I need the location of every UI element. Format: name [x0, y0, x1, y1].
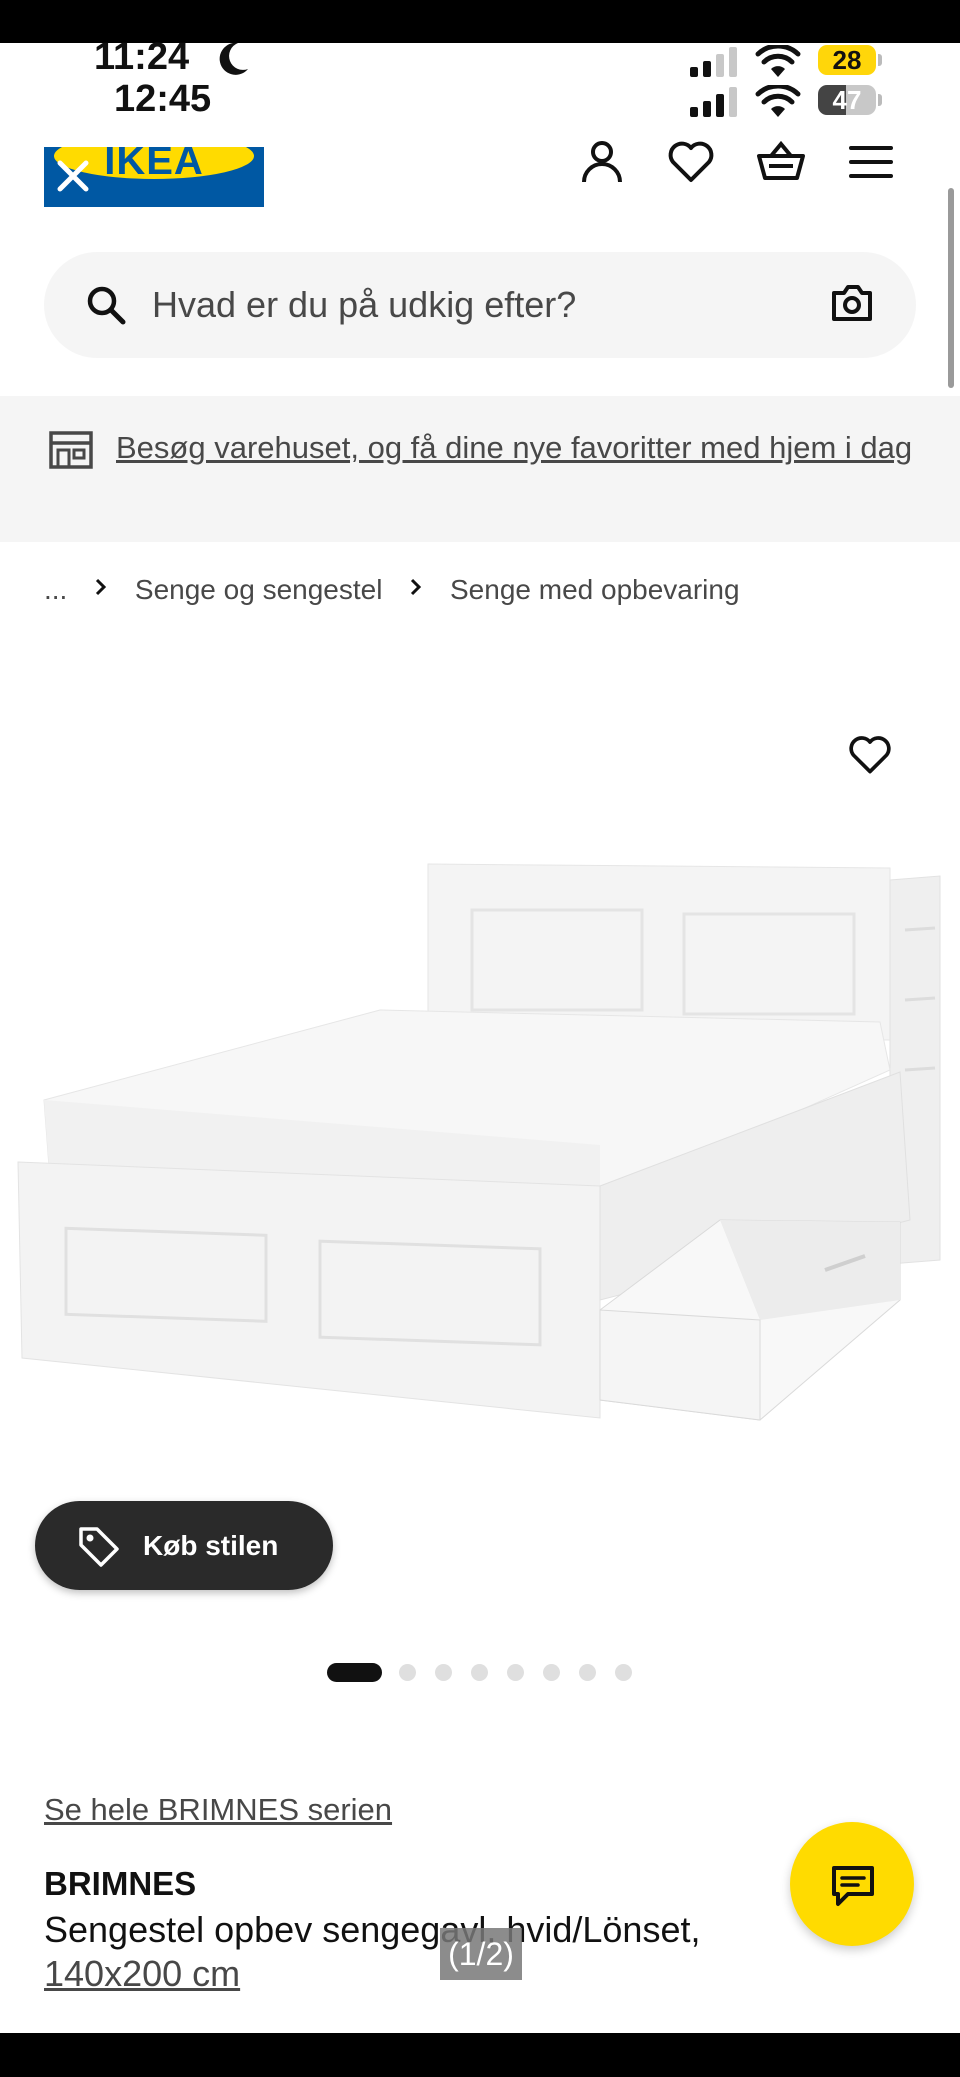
- search-input[interactable]: [152, 278, 812, 332]
- pager-indicator: (1/2): [440, 1928, 522, 1980]
- ikea-logo[interactable]: IKEA: [44, 147, 264, 207]
- search-bar[interactable]: [44, 252, 916, 358]
- carousel-dot[interactable]: [615, 1664, 632, 1681]
- carousel-dot[interactable]: [471, 1664, 488, 1681]
- product-size-link[interactable]: 140x200 cm: [44, 1953, 240, 1995]
- bed-image[interactable]: [0, 840, 960, 1480]
- moon-icon: [219, 42, 248, 75]
- carousel-dot-active[interactable]: [327, 1663, 382, 1682]
- breadcrumb-item[interactable]: Senge med opbevaring: [450, 574, 740, 606]
- chevron-right-icon: [96, 578, 107, 596]
- carousel-dot[interactable]: [435, 1664, 452, 1681]
- product-name: BRIMNES: [44, 1865, 197, 1902]
- wifi-icon: [755, 85, 801, 117]
- buy-style-button[interactable]: Køb stilen: [35, 1501, 333, 1590]
- camera-icon[interactable]: [830, 283, 874, 323]
- battery-tip: [878, 54, 882, 66]
- store-icon: [49, 431, 93, 469]
- breadcrumb-item[interactable]: Senge og sengestel: [135, 574, 383, 606]
- breadcrumb-ellipsis[interactable]: ...: [44, 574, 67, 606]
- status-time-secondary: 12:45: [114, 78, 212, 120]
- person-icon[interactable]: [576, 136, 628, 188]
- chat-icon: [832, 1866, 874, 1906]
- signal-icon: [690, 47, 737, 77]
- carousel-dot[interactable]: [579, 1664, 596, 1681]
- series-link[interactable]: Se hele BRIMNES serien: [44, 1792, 392, 1828]
- chat-button[interactable]: [790, 1822, 914, 1946]
- menu-icon[interactable]: [845, 136, 897, 188]
- store-banner[interactable]: Besøg varehuset, og få dine nye favoritt…: [0, 396, 960, 542]
- carousel-dot[interactable]: [507, 1664, 524, 1681]
- basket-icon[interactable]: [755, 136, 807, 188]
- wifi-icon: [755, 45, 801, 77]
- buy-style-label: Køb stilen: [143, 1530, 279, 1561]
- status-bar: 11:24 12:45 28 47: [0, 37, 960, 123]
- tag-icon: [79, 1527, 119, 1567]
- search-icon: [87, 286, 126, 325]
- status-time-primary: 11:24: [94, 36, 190, 78]
- battery-secondary: 47: [818, 85, 876, 115]
- close-icon[interactable]: [56, 159, 90, 193]
- chevron-right-icon: [411, 578, 422, 596]
- carousel-dot[interactable]: [543, 1664, 560, 1681]
- battery-tip: [878, 94, 882, 106]
- heart-icon[interactable]: [665, 136, 717, 188]
- scrollbar[interactable]: [948, 188, 954, 388]
- breadcrumb: ... Senge og sengestel Senge med opbevar…: [44, 572, 740, 612]
- store-banner-link[interactable]: Besøg varehuset, og få dine nye favoritt…: [116, 424, 916, 471]
- favorite-heart-icon[interactable]: [846, 731, 894, 779]
- bottom-black-bar: [0, 2033, 960, 2077]
- battery-primary: 28: [818, 45, 876, 75]
- signal-icon: [690, 87, 737, 117]
- carousel-dot[interactable]: [399, 1664, 416, 1681]
- product-description: Sengestel opbev sengegavl, hvid/Lönset,: [44, 1909, 701, 1950]
